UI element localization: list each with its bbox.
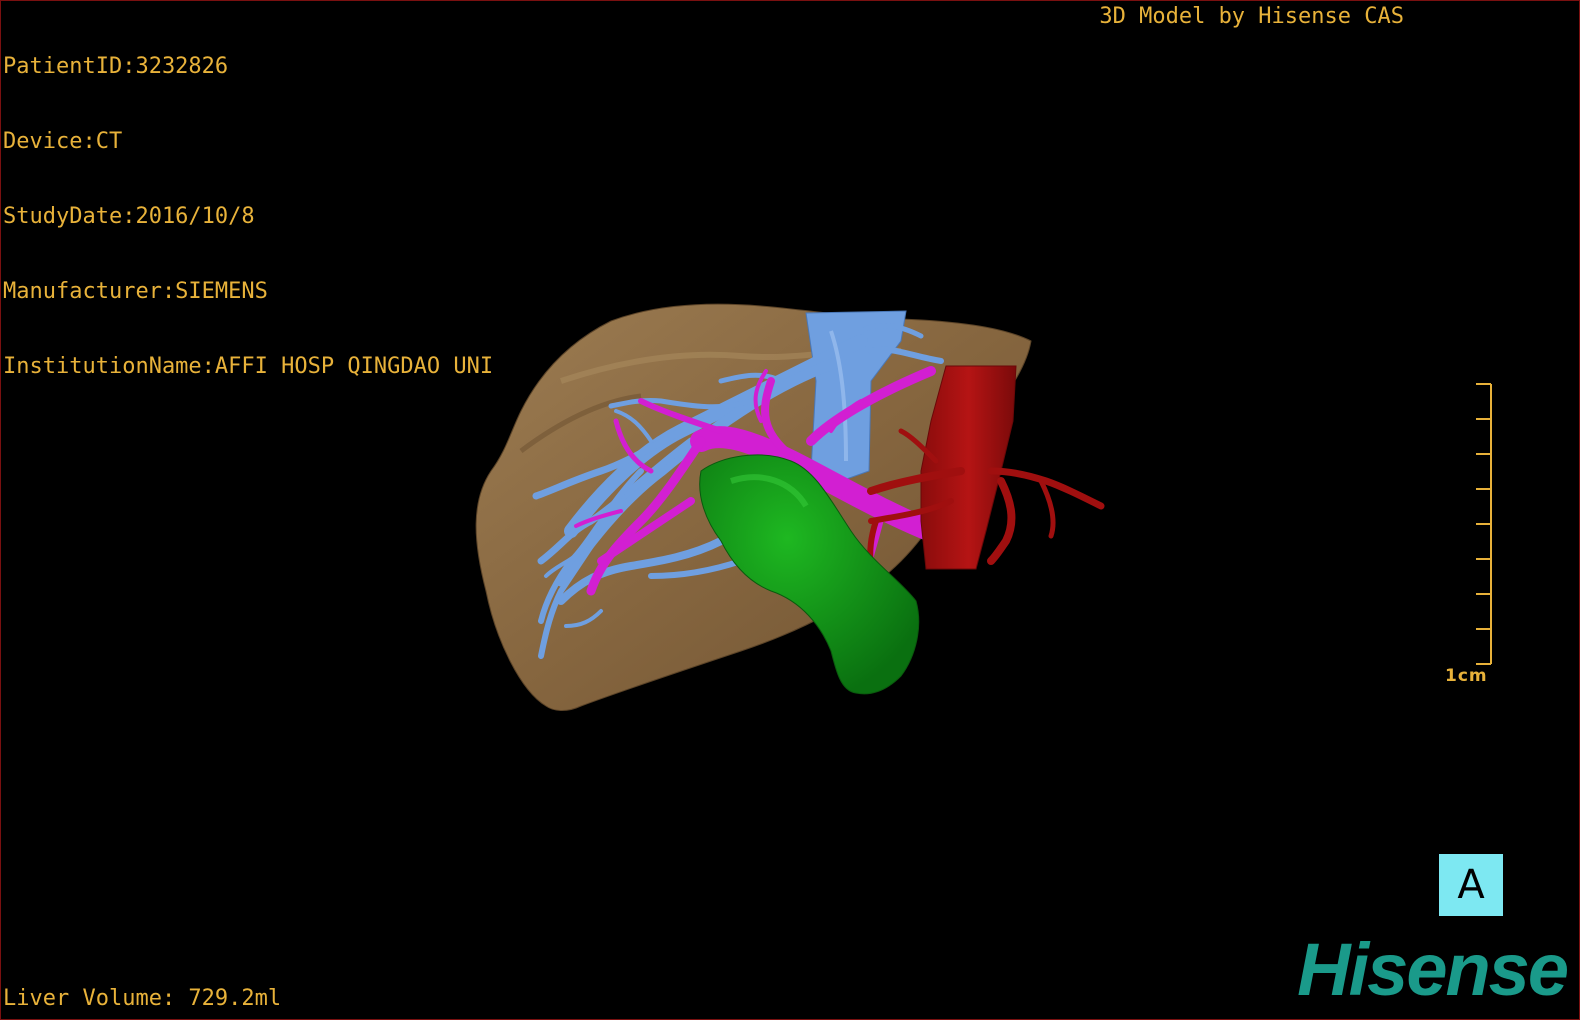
orientation-label: A (1457, 862, 1485, 908)
orientation-cube[interactable]: A (1439, 854, 1503, 916)
3d-viewport[interactable]: PatientID:3232826 Device:CT StudyDate:20… (0, 0, 1580, 1020)
scale-bar (1476, 383, 1492, 665)
liver-3d-model[interactable] (1, 1, 1579, 1019)
liver-volume-text: Liver Volume: 729.2ml (3, 986, 282, 1011)
hisense-logo: Hisense (1297, 928, 1569, 1011)
scale-label: 1cm (1445, 666, 1488, 686)
